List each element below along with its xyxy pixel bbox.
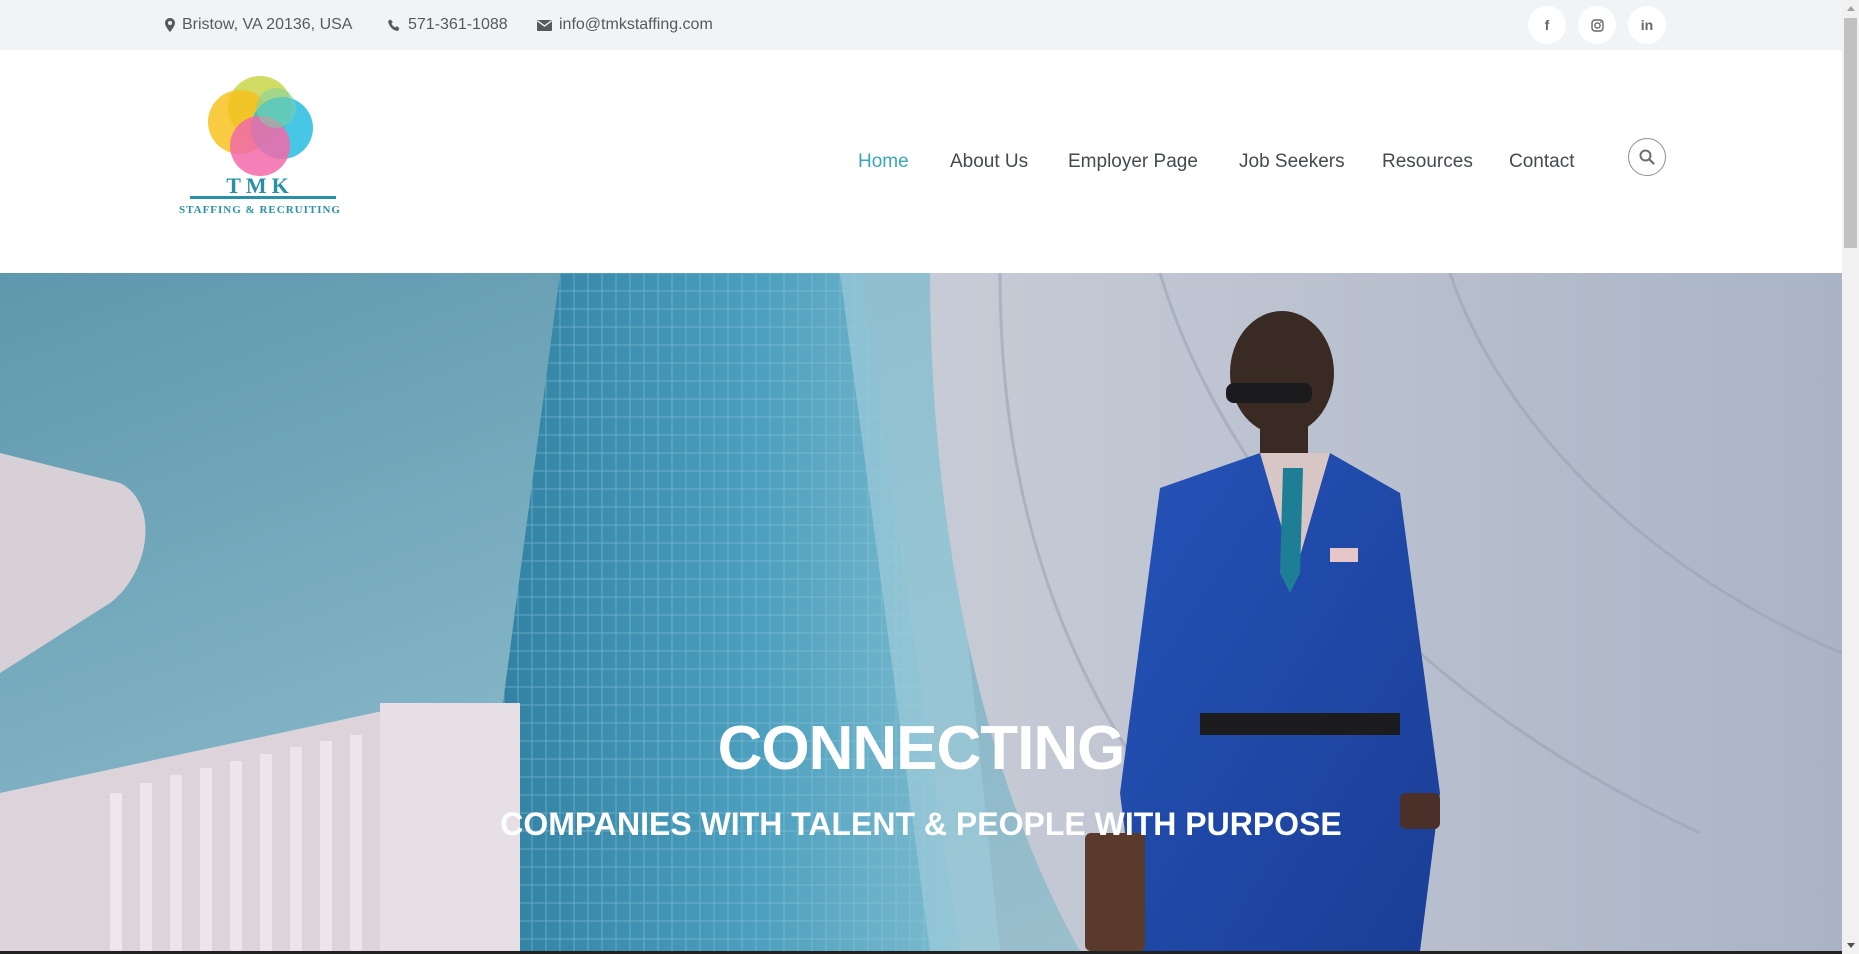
address-text: Bristow, VA 20136, USA	[182, 16, 353, 33]
hero-title: CONNECTING	[717, 714, 1126, 783]
site-header: TMK STAFFING & RECRUITING Home About Us …	[0, 50, 1842, 273]
facebook-button[interactable]: f	[1528, 6, 1566, 44]
nav-job-seekers[interactable]: Job Seekers	[1239, 50, 1345, 273]
page: Bristow, VA 20136, USA 571-361-1088 info…	[0, 0, 1859, 954]
nav-contact[interactable]: Contact	[1509, 50, 1574, 273]
instagram-button[interactable]	[1578, 6, 1616, 44]
email-text: info@tmkstaffing.com	[559, 16, 713, 33]
logo-circles-icon	[208, 76, 313, 176]
search-icon	[1639, 149, 1655, 165]
nav-employer-page[interactable]: Employer Page	[1068, 50, 1198, 273]
nav-resources[interactable]: Resources	[1382, 50, 1473, 273]
phone-text: 571-361-1088	[408, 16, 508, 33]
scroll-down-arrow-icon[interactable]	[1842, 937, 1859, 954]
search-button[interactable]	[1628, 138, 1666, 176]
email-info[interactable]: info@tmkstaffing.com	[537, 0, 713, 50]
logo-divider	[190, 196, 336, 199]
hero-banner: CONNECTING COMPANIES WITH TALENT & PEOPL…	[0, 273, 1842, 951]
address-info: Bristow, VA 20136, USA	[165, 0, 352, 50]
scrollbar-thumb[interactable]	[1844, 18, 1857, 248]
phone-info[interactable]: 571-361-1088	[388, 0, 508, 50]
hero-image	[0, 273, 1842, 951]
hero-subtitle: COMPANIES WITH TALENT & PEOPLE WITH PURP…	[500, 806, 1342, 842]
nav-home[interactable]: Home	[858, 50, 909, 273]
scroll-up-arrow-icon[interactable]	[1842, 0, 1859, 17]
facebook-icon: f	[1544, 17, 1550, 33]
map-pin-icon	[165, 18, 175, 32]
nav-about-us[interactable]: About Us	[950, 50, 1028, 273]
phone-icon	[388, 19, 400, 31]
linkedin-button[interactable]: in	[1628, 6, 1666, 44]
logo-tagline: STAFFING & RECRUITING	[179, 204, 341, 216]
vertical-scrollbar[interactable]	[1842, 0, 1859, 954]
linkedin-icon: in	[1640, 17, 1654, 33]
instagram-icon	[1590, 18, 1604, 32]
logo[interactable]: TMK STAFFING & RECRUITING	[168, 70, 358, 235]
envelope-icon	[537, 20, 552, 31]
top-bar: Bristow, VA 20136, USA 571-361-1088 info…	[0, 0, 1842, 50]
